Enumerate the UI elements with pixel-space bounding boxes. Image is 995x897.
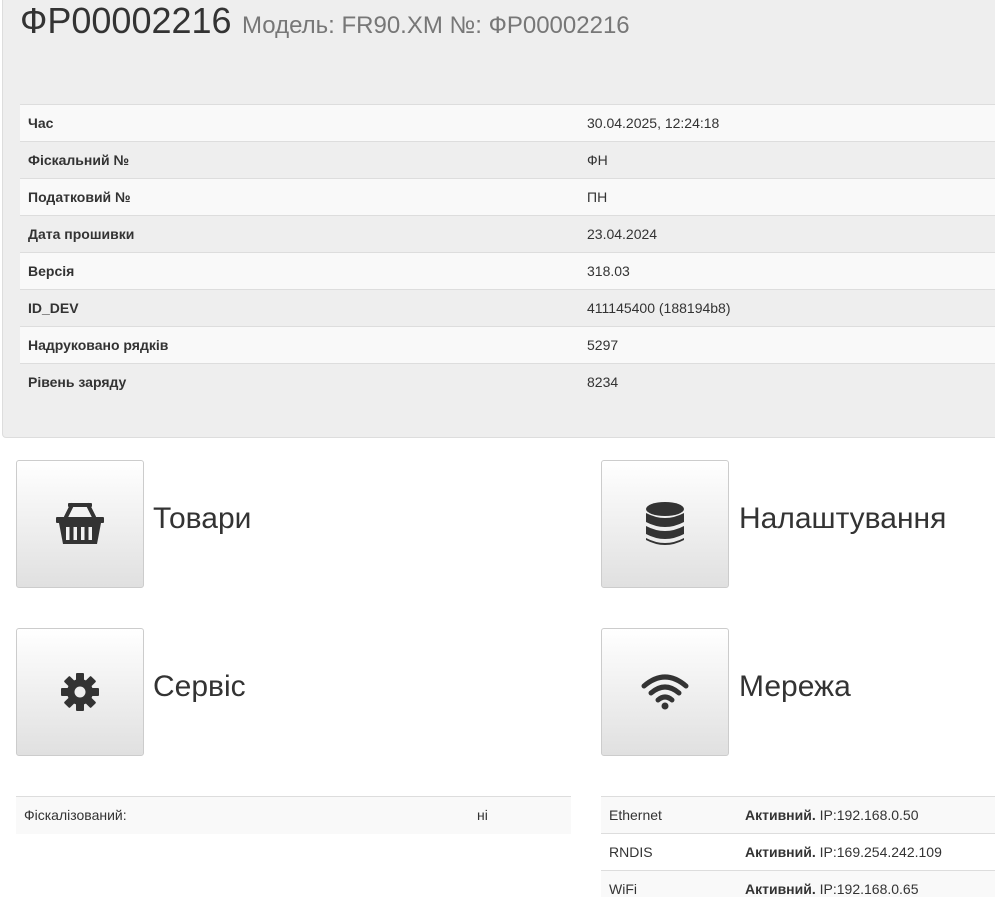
table-row: Податковий № ПН [20,178,995,216]
network-status-table: Ethernet Активний. IP:192.168.0.50 RNDIS… [601,796,995,897]
table-row: RNDIS Активний. IP:169.254.242.109 [601,833,995,871]
wifi-icon [641,674,689,710]
info-value: ПН [579,178,995,216]
interface-name: WiFi [601,870,737,897]
ip-address: IP:169.254.242.109 [819,844,942,860]
table-row: WiFi Активний. IP:192.168.0.65 [601,870,995,897]
database-icon [646,502,684,545]
table-row: Фіскалізований: ні [16,796,571,834]
goods-label[interactable]: Товари [153,502,251,536]
table-row: Рівень заряду 8234 [20,363,995,401]
basket-icon [56,503,104,544]
fiscal-value: ні [469,796,571,834]
info-value: 318.03 [579,252,995,290]
settings-tile-button[interactable] [601,460,729,588]
service-tile-button[interactable] [16,628,144,756]
info-label: Надруковано рядків [20,326,579,364]
table-row: Надруковано рядків 5297 [20,326,995,364]
table-row: ID_DEV 411145400 (188194b8) [20,289,995,327]
interface-status: Активний. IP:192.168.0.50 [737,796,995,834]
info-value: 23.04.2024 [579,215,995,253]
network-tile-button[interactable] [601,628,729,756]
fiscal-status-table: Фіскалізований: ні [16,796,571,834]
ip-address: IP:192.168.0.65 [819,881,919,897]
page: ФР00002216 Модель: FR90.XM №: ФР00002216… [0,0,995,897]
goods-tile-button[interactable] [16,460,144,588]
ip-address: IP:192.168.0.50 [819,807,919,823]
info-value: 8234 [579,363,995,401]
info-value: 5297 [579,326,995,364]
fiscal-label: Фіскалізований: [16,796,469,834]
info-label: Фіскальний № [20,141,579,179]
settings-label[interactable]: Налаштування [739,502,946,536]
interface-name: RNDIS [601,833,737,871]
info-label: Час [20,104,579,142]
info-label: Податковий № [20,178,579,216]
table-row: Версія 318.03 [20,252,995,290]
device-serial: ФР00002216 [20,0,232,41]
info-label: Версія [20,252,579,290]
status-text: Активний. [745,844,816,860]
info-label: Рівень заряду [20,363,579,401]
page-title: ФР00002216 Модель: FR90.XM №: ФР00002216 [20,0,630,41]
interface-status: Активний. IP:192.168.0.65 [737,870,995,897]
info-value: 30.04.2025, 12:24:18 [579,104,995,142]
info-label: Дата прошивки [20,215,579,253]
device-model-subtitle: Модель: FR90.XM №: ФР00002216 [242,12,630,39]
info-value: ФН [579,141,995,179]
interface-status: Активний. IP:169.254.242.109 [737,833,995,871]
device-info-table: Час 30.04.2025, 12:24:18 Фіскальний № ФН… [20,104,995,401]
interface-name: Ethernet [601,796,737,834]
table-row: Час 30.04.2025, 12:24:18 [20,104,995,142]
table-row: Ethernet Активний. IP:192.168.0.50 [601,796,995,834]
info-value: 411145400 (188194b8) [579,289,995,327]
service-label[interactable]: Сервіс [153,670,246,704]
network-label[interactable]: Мережа [739,670,851,704]
info-label: ID_DEV [20,289,579,327]
table-row: Дата прошивки 23.04.2024 [20,215,995,253]
status-text: Активний. [745,881,816,897]
status-text: Активний. [745,807,816,823]
gear-icon [61,673,99,711]
table-row: Фіскальний № ФН [20,141,995,179]
